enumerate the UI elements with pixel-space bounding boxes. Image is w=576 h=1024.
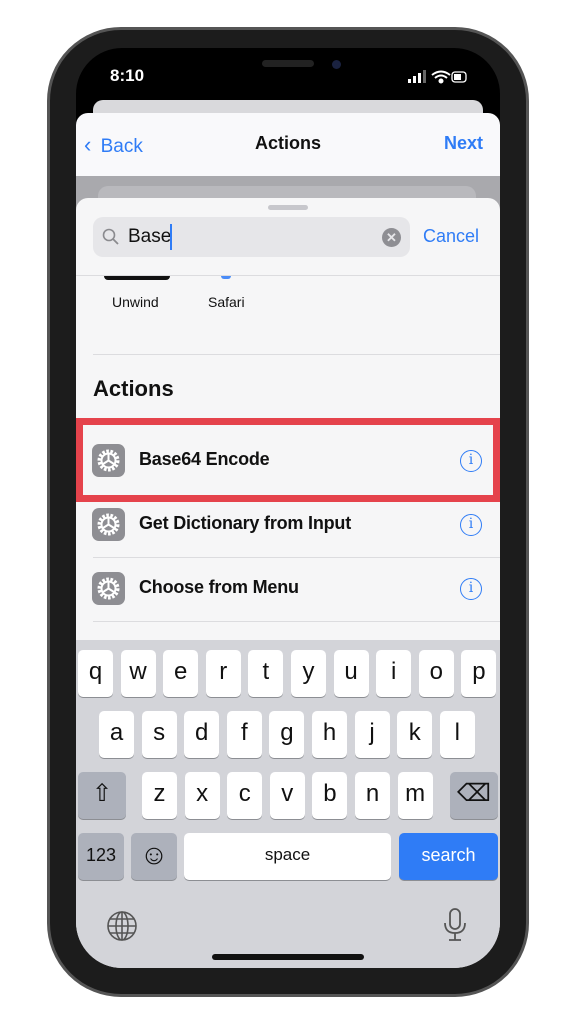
space-key[interactable]: space (184, 833, 391, 880)
battery-icon (451, 71, 467, 83)
key-r[interactable]: r (205, 650, 241, 697)
key-i[interactable]: i (376, 650, 412, 697)
key-s[interactable]: s (141, 711, 177, 758)
search-key[interactable]: search (399, 833, 498, 880)
emoji-icon: ☺ (139, 839, 169, 870)
signal-icon (408, 70, 426, 83)
page-title: Actions (254, 133, 321, 153)
speaker (262, 60, 314, 67)
key-h[interactable]: h (312, 711, 347, 758)
cancel-button[interactable]: Cancel (423, 226, 479, 247)
shift-icon: ⇧ (91, 780, 113, 807)
key-w[interactable]: w (120, 650, 156, 697)
key-j[interactable]: j (354, 711, 390, 758)
key-l[interactable]: l (439, 711, 475, 758)
key-q[interactable]: q (78, 650, 113, 697)
key-x[interactable]: x (184, 772, 220, 819)
info-icon[interactable]: i (460, 514, 482, 536)
search-field[interactable]: Base ✕ (93, 217, 410, 257)
search-icon (102, 228, 119, 245)
status-icons (408, 70, 467, 84)
key-g[interactable]: g (269, 711, 305, 758)
key-f[interactable]: f (226, 711, 262, 758)
navigation-bar: ‹ Back Actions Next (76, 113, 500, 176)
key-y[interactable]: y (291, 650, 326, 697)
text-cursor (170, 224, 172, 250)
safari-app-icon[interactable] (221, 276, 231, 279)
highlight-box (76, 418, 500, 502)
unwind-app-icon[interactable] (104, 276, 170, 280)
gear-icon (92, 508, 125, 541)
key-k[interactable]: k (397, 711, 433, 758)
camera (332, 60, 341, 69)
emoji-key[interactable]: ☺ (131, 833, 177, 880)
globe-icon[interactable] (106, 910, 138, 942)
action-row[interactable]: Choose from Menu i (76, 557, 500, 621)
action-row[interactable]: Get Dictionary from Input i (76, 493, 500, 557)
key-e[interactable]: e (163, 650, 199, 697)
search-input[interactable]: Base (128, 226, 171, 248)
sheet-grabber[interactable] (268, 205, 308, 210)
app-label: Safari (208, 294, 245, 310)
shift-key[interactable]: ⇧ (78, 772, 126, 819)
info-icon[interactable]: i (460, 578, 482, 600)
key-v[interactable]: v (269, 772, 305, 819)
status-time: 8:10 (110, 66, 145, 85)
delete-key[interactable]: ⌫ (450, 772, 498, 819)
gear-icon (92, 572, 125, 605)
key-m[interactable]: m (397, 772, 433, 819)
delete-icon: ⌫ (457, 780, 491, 807)
numbers-key[interactable]: 123 (78, 833, 124, 880)
key-b[interactable]: b (312, 772, 348, 819)
key-o[interactable]: o (418, 650, 454, 697)
key-t[interactable]: t (248, 650, 284, 697)
wifi-icon (431, 70, 451, 84)
key-a[interactable]: a (99, 711, 134, 758)
key-c[interactable]: c (227, 772, 263, 819)
app-label: Unwind (112, 294, 159, 310)
home-indicator[interactable] (212, 954, 364, 960)
next-button[interactable]: Next (444, 133, 483, 154)
key-p[interactable]: p (461, 650, 497, 697)
clear-text-icon[interactable]: ✕ (382, 228, 401, 247)
section-title: Actions (93, 376, 174, 401)
key-n[interactable]: n (355, 772, 390, 819)
key-d[interactable]: d (184, 711, 220, 758)
action-label: Choose from Menu (139, 577, 299, 597)
action-label: Get Dictionary from Input (139, 513, 352, 533)
key-u[interactable]: u (333, 650, 369, 697)
key-z[interactable]: z (142, 772, 177, 819)
microphone-icon[interactable] (442, 908, 468, 942)
screen: 8:10 ‹ Back Actions Next Base ✕ Cancel U… (76, 48, 500, 968)
